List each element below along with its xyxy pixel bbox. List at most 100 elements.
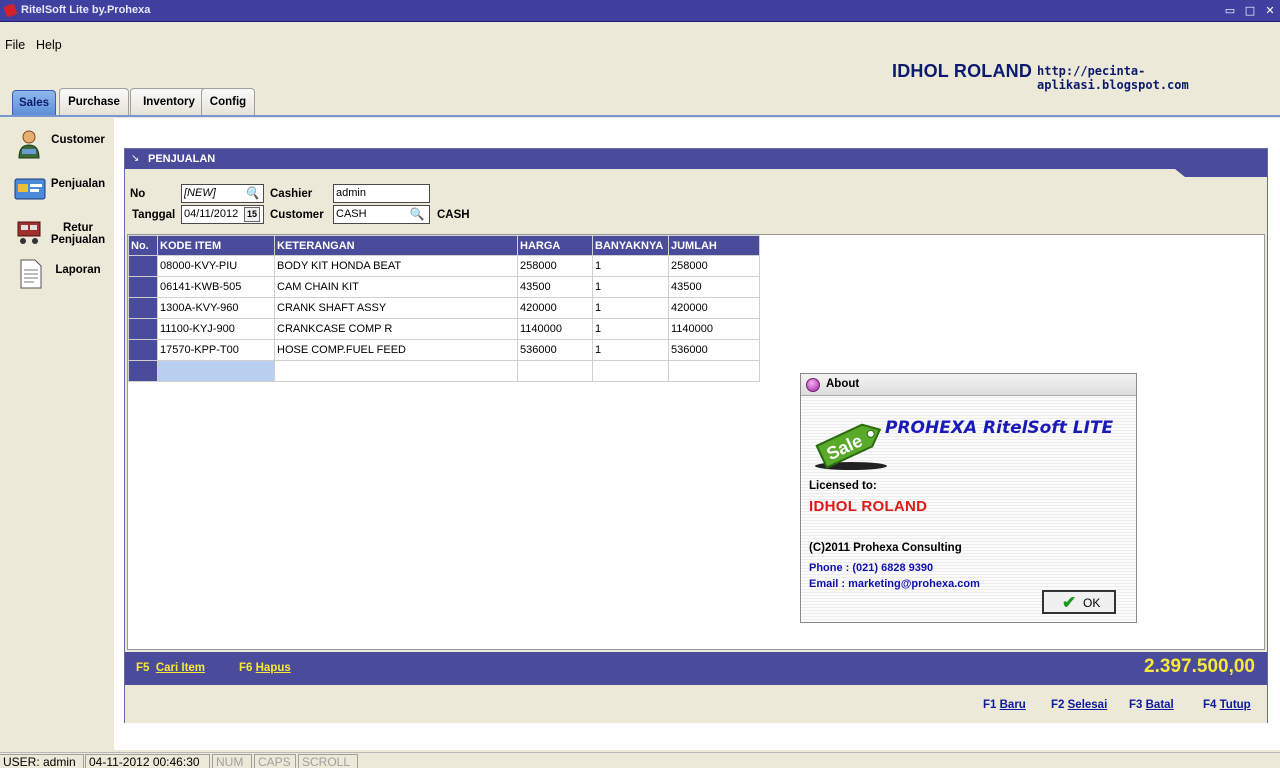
collapse-arrow-icon[interactable]: ↘ <box>131 153 139 164</box>
col-keterangan[interactable]: KETERANGAN <box>274 235 518 256</box>
binoculars-icon[interactable]: 🔍 <box>407 206 427 222</box>
panel-header: ↘ PENJUALAN <box>125 149 1267 169</box>
col-jumlah[interactable]: JUMLAH <box>668 235 760 256</box>
row-header[interactable] <box>128 297 158 319</box>
menu-file[interactable]: File <box>5 38 25 52</box>
row-header[interactable] <box>128 255 158 277</box>
col-harga[interactable]: HARGA <box>517 235 593 256</box>
cell-banyaknya[interactable]: 1 <box>592 318 669 340</box>
cell-keterangan[interactable] <box>274 360 518 382</box>
cell-harga[interactable] <box>517 360 593 382</box>
cell-jumlah[interactable]: 258000 <box>668 255 760 277</box>
cell-keterangan[interactable]: BODY KIT HONDA BEAT <box>274 255 518 277</box>
cashier-label: Cashier <box>270 188 313 200</box>
tab-sales[interactable]: Sales <box>12 90 56 116</box>
cell-banyaknya[interactable]: 1 <box>592 339 669 361</box>
cell-harga[interactable]: 43500 <box>517 276 593 298</box>
customer-label: Customer <box>270 209 324 221</box>
cell-banyaknya[interactable]: 1 <box>592 255 669 277</box>
col-banyaknya[interactable]: BANYAKNYA <box>592 235 669 256</box>
tab-inventory[interactable]: Inventory <box>130 88 208 116</box>
ok-button[interactable]: ✔ OK <box>1042 590 1116 614</box>
close-button[interactable]: ✕ <box>1262 4 1278 18</box>
col-no[interactable]: No. <box>128 235 158 256</box>
cell-jumlah[interactable]: 43500 <box>668 276 760 298</box>
cell-kode[interactable]: 17570-KPP-T00 <box>157 339 275 361</box>
f4-tutup-button[interactable]: F4 Tutup <box>1203 699 1251 711</box>
no-field[interactable]: [NEW] 🔍 <box>181 184 264 203</box>
cell-kode[interactable]: 06141-KWB-505 <box>157 276 275 298</box>
f2-selesai-button[interactable]: F2 Selesai <box>1051 699 1107 711</box>
status-scroll: SCROLL <box>298 754 358 768</box>
row-header[interactable] <box>128 360 158 382</box>
status-user: USER: admin <box>0 754 84 768</box>
cell-harga[interactable]: 1140000 <box>517 318 593 340</box>
cell-jumlah[interactable]: 420000 <box>668 297 760 319</box>
row-header[interactable] <box>128 276 158 298</box>
cell-banyaknya[interactable] <box>592 360 669 382</box>
title-bar: RitelSoft Lite by.Prohexa ▭ □ ✕ <box>0 0 1280 22</box>
f5-cari-item-button[interactable]: F5 Cari Item <box>136 662 205 674</box>
about-title-bar[interactable]: About <box>801 374 1136 396</box>
cell-banyaknya[interactable]: 1 <box>592 276 669 298</box>
cell-keterangan[interactable]: HOSE COMP.FUEL FEED <box>274 339 518 361</box>
cell-harga[interactable]: 420000 <box>517 297 593 319</box>
minimize-button[interactable]: ▭ <box>1222 4 1238 18</box>
maximize-button[interactable]: □ <box>1242 4 1258 18</box>
binoculars-icon[interactable]: 🔍 <box>242 185 262 201</box>
cell-keterangan[interactable]: CAM CHAIN KIT <box>274 276 518 298</box>
f3-batal-button[interactable]: F3 Batal <box>1129 699 1174 711</box>
email-text: Email : marketing@prohexa.com <box>809 578 980 590</box>
table-row[interactable]: 17570-KPP-T00 HOSE COMP.FUEL FEED 536000… <box>128 339 760 361</box>
col-kode-item[interactable]: KODE ITEM <box>157 235 275 256</box>
nav-item-retur-penjualan[interactable]: Retur Penjualan <box>14 216 112 252</box>
calendar-icon[interactable]: 15 <box>244 207 260 222</box>
tanggal-field[interactable]: 04/11/2012 15 <box>181 205 264 224</box>
left-nav: Customer Penjualan Retur Penjualan Lapor… <box>0 118 114 750</box>
table-row[interactable]: 11100-KYJ-900 CRANKCASE COMP R 1140000 1… <box>128 318 760 340</box>
cell-keterangan[interactable]: CRANK SHAFT ASSY <box>274 297 518 319</box>
header-url[interactable]: http://pecinta-aplikasi.blogspot.com <box>1037 64 1280 92</box>
table-row[interactable]: 06141-KWB-505 CAM CHAIN KIT 43500 1 4350… <box>128 276 760 298</box>
nav-item-laporan[interactable]: Laporan <box>14 258 112 294</box>
row-header[interactable] <box>128 318 158 340</box>
tab-purchase[interactable]: Purchase <box>59 88 129 116</box>
window-title: RitelSoft Lite by.Prohexa <box>21 4 151 16</box>
cell-jumlah[interactable]: 1140000 <box>668 318 760 340</box>
cell-kode[interactable]: 08000-KVY-PIU <box>157 255 275 277</box>
customer-name: CASH <box>437 209 470 221</box>
header-user-name: IDHOL ROLAND <box>892 61 1033 81</box>
customer-icon <box>18 130 40 159</box>
cell-kode[interactable]: 1300A-KVY-960 <box>157 297 275 319</box>
cell-kode-input[interactable] <box>157 360 275 382</box>
f6-hapus-button[interactable]: F6 Hapus <box>239 662 291 674</box>
nav-item-penjualan[interactable]: Penjualan <box>14 172 112 208</box>
menu-help[interactable]: Help <box>36 38 62 52</box>
status-bar: USER: admin 04-11-2012 00:46:30 NUM CAPS… <box>0 752 1280 768</box>
sales-card-icon <box>14 178 46 200</box>
new-entry-row[interactable] <box>128 360 760 382</box>
status-caps: CAPS <box>254 754 296 768</box>
nav-item-customer[interactable]: Customer <box>14 128 112 164</box>
f1-baru-button[interactable]: F1 Baru <box>983 699 1026 711</box>
row-header[interactable] <box>128 339 158 361</box>
cashier-field[interactable]: admin <box>333 184 430 203</box>
about-window-icon <box>806 378 820 392</box>
status-datetime: 04-11-2012 00:46:30 <box>85 754 210 768</box>
copyright-text: (C)2011 Prohexa Consulting <box>809 542 962 554</box>
about-dialog: About Sale PROHEXA RitelSoft LITE Licens… <box>800 373 1137 623</box>
cell-banyaknya[interactable]: 1 <box>592 297 669 319</box>
sale-tag-icon: Sale <box>815 423 887 470</box>
cell-kode[interactable]: 11100-KYJ-900 <box>157 318 275 340</box>
table-row[interactable]: 1300A-KVY-960 CRANK SHAFT ASSY 420000 1 … <box>128 297 760 319</box>
cell-harga[interactable]: 536000 <box>517 339 593 361</box>
tanggal-label: Tanggal <box>132 209 176 221</box>
cell-harga[interactable]: 258000 <box>517 255 593 277</box>
cell-keterangan[interactable]: CRANKCASE COMP R <box>274 318 518 340</box>
table-row[interactable]: 08000-KVY-PIU BODY KIT HONDA BEAT 258000… <box>128 255 760 277</box>
tab-config[interactable]: Config <box>201 88 255 116</box>
cell-jumlah[interactable]: 536000 <box>668 339 760 361</box>
app-icon <box>3 3 18 18</box>
cell-jumlah[interactable] <box>668 360 760 382</box>
customer-field[interactable]: CASH 🔍 <box>333 205 430 224</box>
